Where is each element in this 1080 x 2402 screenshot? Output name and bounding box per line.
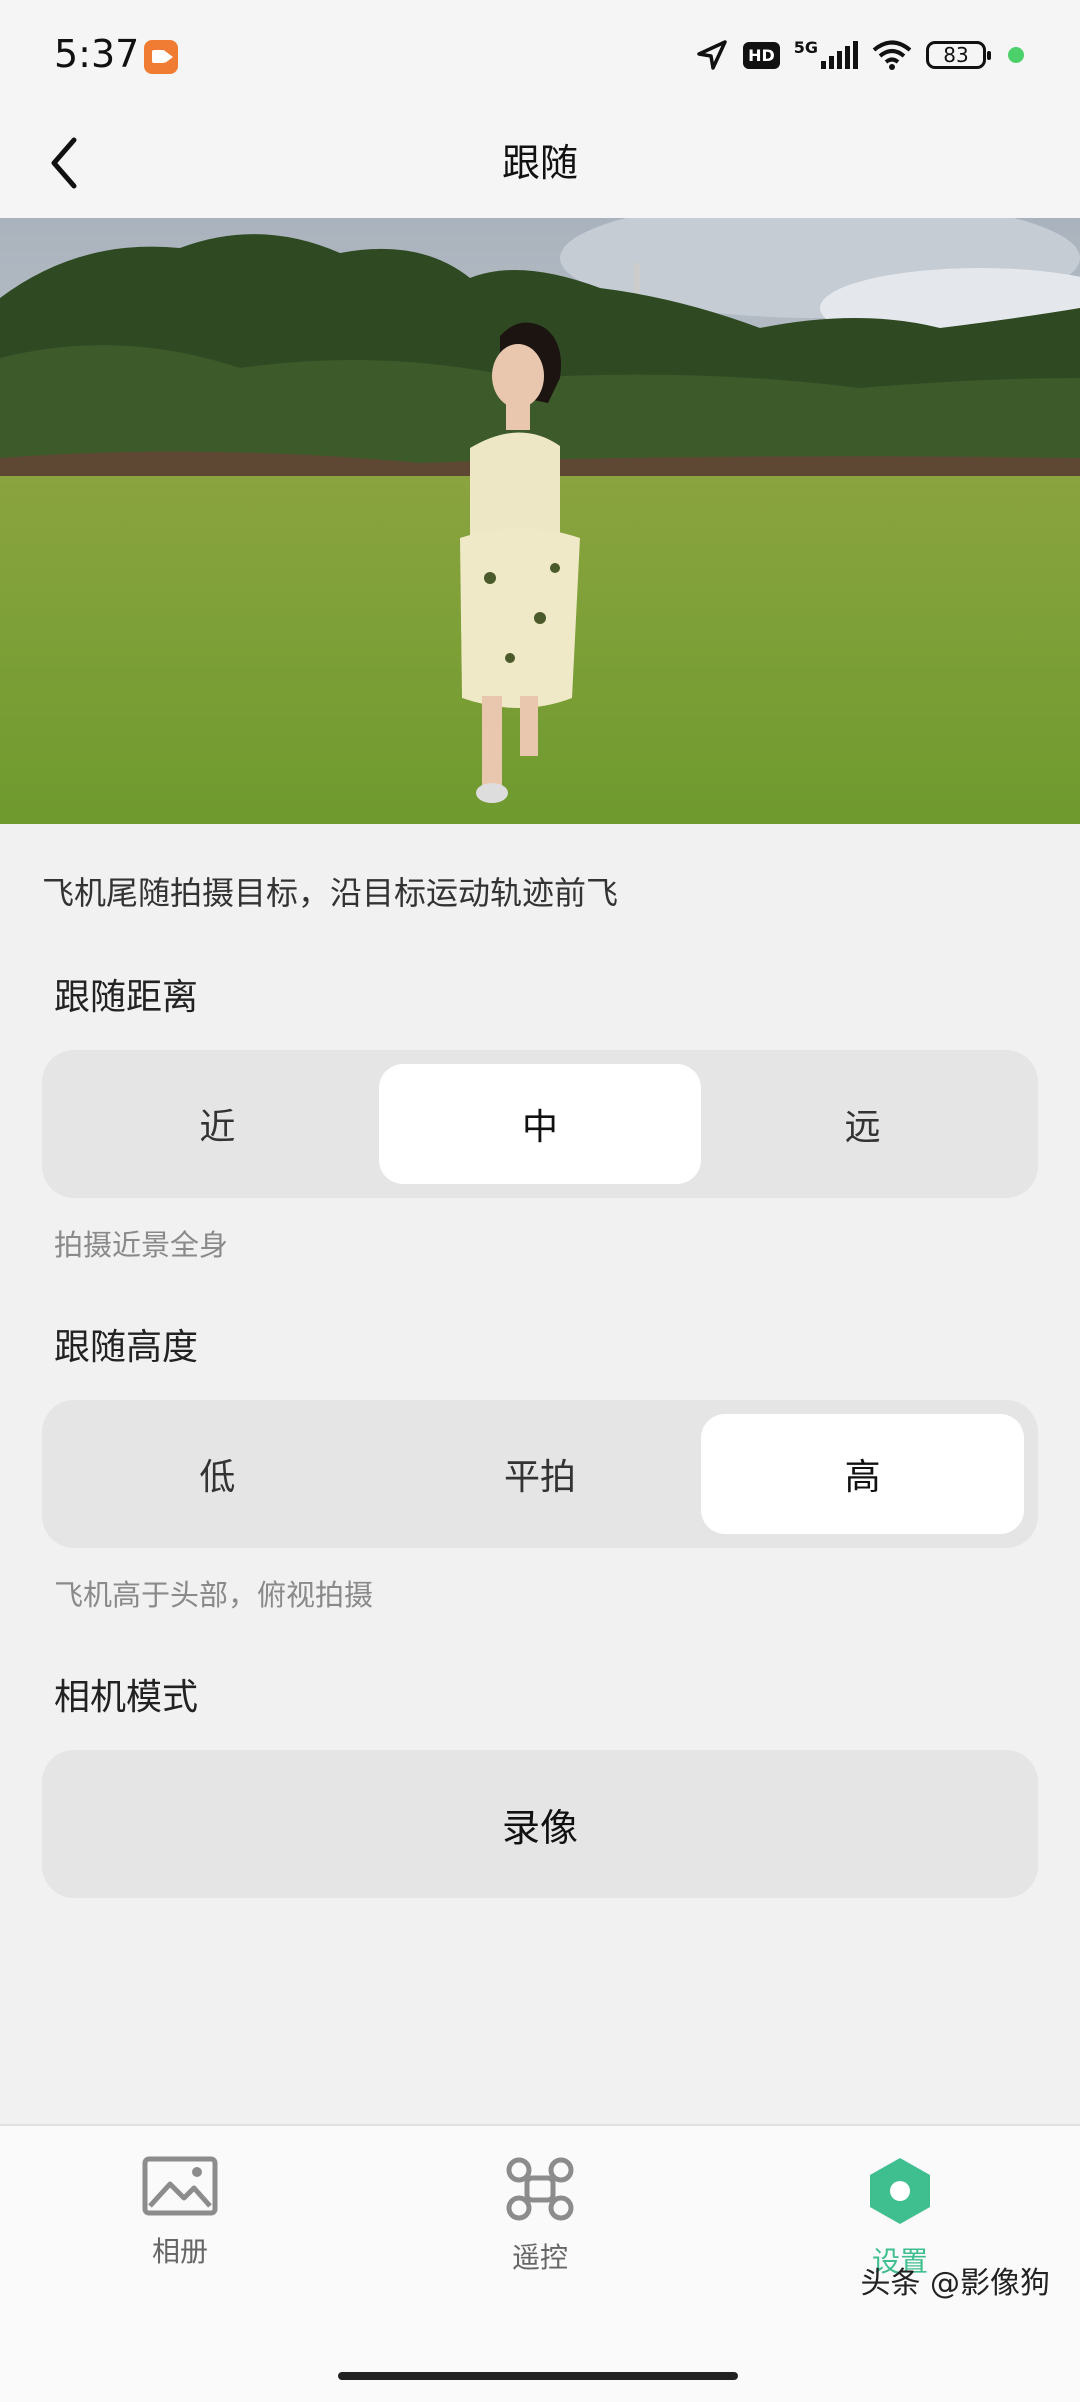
page-title: 跟随 bbox=[501, 141, 578, 185]
settings-icon bbox=[870, 2158, 930, 2224]
watermark: 头条 @影像狗 bbox=[860, 2266, 1050, 2301]
status-time: 5:37 bbox=[54, 32, 140, 76]
distance-selector: 近 中 远 bbox=[42, 1050, 1038, 1198]
tab-remote[interactable]: 遥控 bbox=[440, 2156, 640, 2276]
cellular-icon: 5G bbox=[794, 40, 858, 69]
home-indicator[interactable] bbox=[338, 2372, 738, 2380]
battery-icon: 83 bbox=[926, 41, 991, 69]
album-icon bbox=[142, 2156, 218, 2216]
drone-icon bbox=[506, 2157, 574, 2221]
camera-mode-button[interactable]: 录像 bbox=[42, 1750, 1038, 1898]
distance-option-far[interactable]: 远 bbox=[701, 1064, 1024, 1184]
distance-option-medium[interactable]: 中 bbox=[378, 1064, 702, 1184]
height-selector: 低 平拍 高 bbox=[42, 1400, 1038, 1548]
height-option-high[interactable]: 高 bbox=[701, 1414, 1025, 1534]
status-bar: 5:37 HD 5G 83 bbox=[0, 0, 1080, 110]
height-option-level[interactable]: 平拍 bbox=[379, 1414, 702, 1534]
location-icon bbox=[697, 40, 727, 70]
height-hint: 飞机高于头部，俯视拍摄 bbox=[54, 1578, 374, 1612]
height-section-label: 跟随高度 bbox=[54, 1327, 199, 1368]
distance-section-label: 跟随距离 bbox=[54, 977, 199, 1018]
follow-mode-preview-image bbox=[0, 218, 1080, 824]
hd-icon: HD bbox=[743, 41, 780, 69]
camera-section-label: 相机模式 bbox=[54, 1677, 199, 1718]
privacy-indicator-dot bbox=[1008, 47, 1024, 63]
mode-description: 飞机尾随拍摄目标，沿目标运动轨迹前飞 bbox=[42, 874, 619, 912]
height-option-low[interactable]: 低 bbox=[56, 1414, 379, 1534]
screen-record-icon bbox=[144, 40, 178, 74]
tab-remote-label: 遥控 bbox=[511, 2241, 568, 2274]
status-icons: HD 5G 83 bbox=[695, 30, 1024, 80]
top-app-bar: 跟随 bbox=[0, 110, 1080, 218]
tab-album[interactable]: 相册 bbox=[80, 2156, 280, 2270]
distance-hint: 拍摄近景全身 bbox=[54, 1228, 229, 1262]
tab-album-label: 相册 bbox=[151, 2235, 208, 2268]
wifi-icon bbox=[872, 40, 912, 70]
distance-option-near[interactable]: 近 bbox=[56, 1064, 379, 1184]
